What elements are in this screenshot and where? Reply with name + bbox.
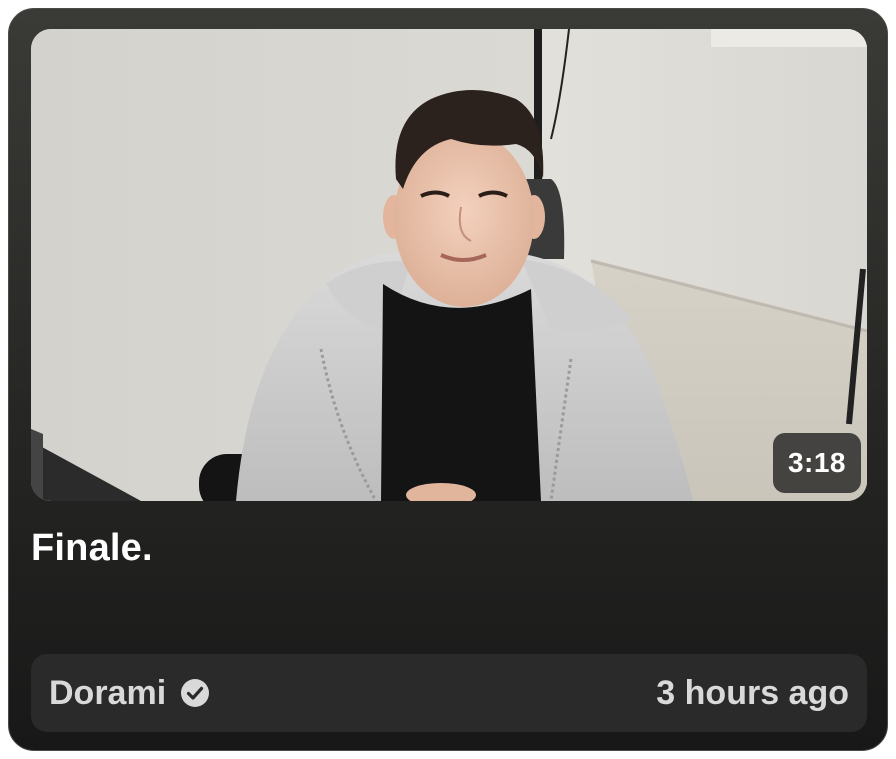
video-meta-bar: Dorami 3 hours ago — [31, 654, 867, 732]
published-time: 3 hours ago — [656, 673, 849, 712]
video-thumbnail[interactable]: 3:18 — [31, 29, 867, 501]
channel-name[interactable]: Dorami — [49, 674, 166, 713]
duration-badge: 3:18 — [772, 433, 861, 493]
video-card[interactable]: 3:18 Finale. Dorami 3 hours ago — [8, 8, 888, 751]
thumbnail-image — [31, 29, 867, 501]
video-title[interactable]: Finale. — [31, 527, 153, 570]
channel-link[interactable]: Dorami — [49, 674, 210, 713]
verified-check-icon — [180, 678, 210, 708]
